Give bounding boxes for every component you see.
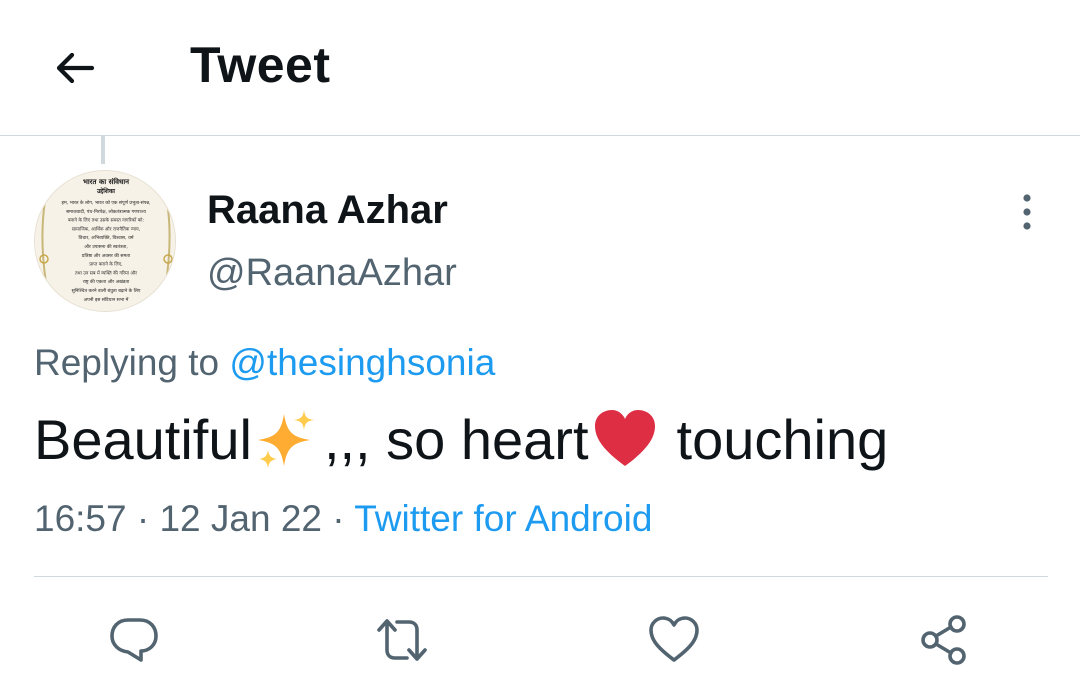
author-handle[interactable]: @RaanaAzhar	[207, 250, 457, 296]
reply-mention-link[interactable]: @thesinghsonia	[229, 342, 495, 383]
arrow-left-icon	[56, 52, 95, 84]
avatar-text-line: अपनी इस संविधान सभा में	[84, 296, 129, 303]
avatar-image: भारत का संविधान उद्देशिका हम, भारत के लो…	[35, 171, 175, 311]
sparkles-emoji-icon	[257, 410, 314, 468]
avatar-text-line: हम, भारत के लोग, भारत को एक संपूर्ण प्रभ…	[62, 199, 151, 206]
like-button[interactable]	[646, 612, 702, 668]
more-vertical-icon	[1023, 194, 1031, 230]
tweet-date[interactable]: 12 Jan 22	[159, 498, 322, 539]
replying-prefix: Replying to	[34, 342, 220, 383]
more-options-button[interactable]	[1010, 190, 1044, 234]
retweet-icon	[377, 619, 427, 661]
tweet-time[interactable]: 16:57	[34, 498, 127, 539]
avatar-text-line: राष्ट्र की एकता और अखंडता	[83, 278, 130, 285]
tweet-text-part-3: touching	[676, 408, 889, 471]
tweet-source-link[interactable]: Twitter for Android	[354, 498, 652, 539]
avatar-text-line: प्रतिष्ठा और अवसर की समता	[82, 252, 131, 259]
avatar-text-line: सुनिश्चित करने वाली बंधुता बढ़ाने के लिए	[72, 287, 141, 294]
back-button[interactable]	[44, 38, 104, 98]
retweet-button[interactable]	[374, 612, 430, 668]
share-icon	[921, 615, 966, 665]
share-button[interactable]	[916, 612, 972, 668]
top-bar: Tweet	[0, 0, 1080, 136]
page-title: Tweet	[190, 37, 331, 93]
tweet-page: Tweet भारत का संविधान उद्देशिका हम, भारत…	[0, 0, 1080, 700]
avatar-text-line: प्राप्त कराने के लिए,	[89, 261, 123, 268]
tweet-text-part-1: Beautiful	[34, 408, 252, 471]
avatar-text-line: बनाने के लिए तथा उसके समस्त नागरिकों को:	[68, 217, 144, 224]
author-name[interactable]: Raana Azhar	[207, 186, 448, 234]
meta-separator: ·	[126, 498, 160, 539]
tweet-meta: 16:57 · 12 Jan 22 · Twitter for Android	[34, 496, 652, 542]
avatar-subtitle: उद्देशिका	[96, 187, 115, 195]
red-heart-emoji-icon	[594, 410, 655, 466]
avatar-title: भारत का संविधान	[83, 177, 130, 186]
avatar[interactable]: भारत का संविधान उद्देशिका हम, भारत के लो…	[34, 170, 176, 312]
thread-connector	[101, 136, 105, 164]
tweet-text: Beautiful ,,, so heart touching	[34, 404, 888, 476]
divider	[34, 576, 1048, 577]
avatar-text-line: समाजवादी, पंथ-निरपेक्ष, लोकतंत्रात्मक गण…	[66, 208, 146, 215]
tweet-text-part-2: ,,, so heart	[323, 408, 589, 471]
avatar-text-line: तथा उन सब में व्यक्ति की गरिमा और	[75, 269, 137, 276]
avatar-text-line: विचार, अभिव्यक्ति, विश्वास, धर्म	[78, 234, 134, 241]
reply-button[interactable]	[106, 612, 162, 668]
heart-icon	[649, 616, 699, 662]
avatar-text-line: सामाजिक, आर्थिक और राजनैतिक न्याय,	[72, 225, 141, 232]
meta-separator: ·	[322, 498, 355, 539]
reply-icon	[110, 618, 158, 662]
avatar-text-line: और उपासना की स्वतंत्रता,	[84, 243, 128, 250]
replying-to: Replying to @thesinghsonia	[34, 340, 495, 386]
